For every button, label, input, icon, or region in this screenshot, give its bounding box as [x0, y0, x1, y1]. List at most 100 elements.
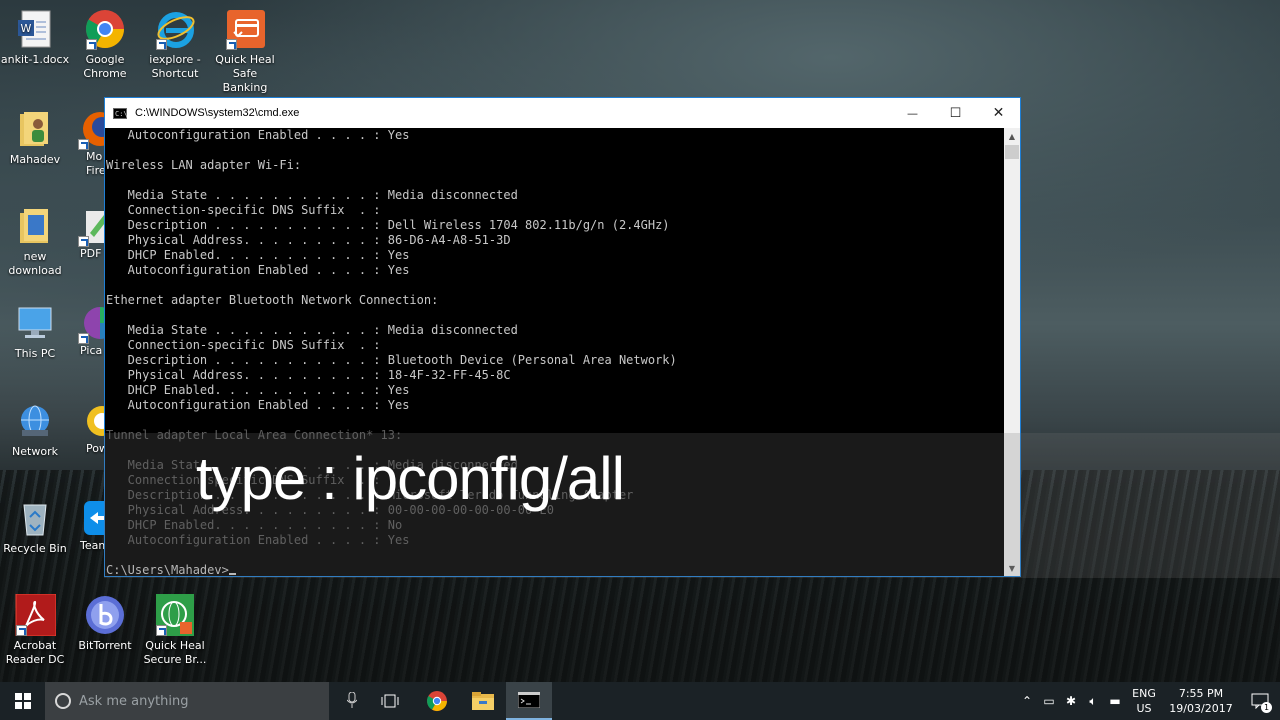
clock-date: 19/03/2017	[1169, 702, 1233, 715]
shortcut-arrow-icon	[78, 333, 89, 344]
desktop-icon-label: Quick Heal Safe Banking	[215, 53, 275, 94]
notification-count-badge: 1	[1261, 702, 1272, 713]
shortcut-arrow-icon	[156, 39, 167, 50]
desktop-icon-acrobat-reader[interactable]: Acrobat Reader DC	[0, 594, 70, 667]
recycle-bin-icon	[14, 497, 56, 539]
shortcut-arrow-icon	[226, 39, 237, 50]
start-button[interactable]	[0, 682, 45, 720]
desktop-icon-recycle-bin[interactable]: Recycle Bin	[0, 497, 70, 556]
task-view-icon	[381, 694, 399, 708]
input-language[interactable]: ENG US	[1126, 686, 1162, 716]
volume-icon[interactable]: 🔈︎	[1082, 694, 1104, 709]
language-code: ENG	[1132, 687, 1156, 700]
cmd-icon	[518, 692, 540, 708]
internet-explorer-icon	[154, 8, 196, 50]
scroll-up-icon[interactable]: ▲	[1004, 128, 1020, 144]
battery-meter-icon[interactable]: ▭	[1038, 694, 1060, 708]
console-line: Autoconfiguration Enabled . . . . : Yes	[106, 263, 410, 277]
word-document-icon: W	[14, 8, 56, 50]
taskbar-file-explorer[interactable]	[460, 682, 506, 720]
folder-icon	[472, 692, 494, 710]
shortcut-arrow-icon	[78, 139, 89, 150]
console-line: Connection-specific DNS Suffix . :	[106, 203, 381, 217]
show-hidden-icons-chevron-up-icon[interactable]: ⌃	[1016, 694, 1038, 708]
minimize-button[interactable]: —	[891, 98, 934, 128]
desktop-icon-ankit-docx[interactable]: W ankit-1.docx	[0, 8, 70, 67]
desktop-icon-mahadev[interactable]: Mahadev	[0, 108, 70, 167]
desktop-icon-label: Google Chrome	[83, 53, 127, 80]
desktop-icon-network[interactable]: Network	[0, 400, 70, 459]
shortcut-arrow-icon	[16, 625, 27, 636]
minimize-icon: —	[907, 106, 918, 120]
taskbar-chrome[interactable]	[414, 682, 460, 720]
close-button[interactable]: ✕	[977, 98, 1020, 128]
network-globe-icon	[14, 400, 56, 442]
bittorrent-icon	[84, 594, 126, 636]
console-line: DHCP Enabled. . . . . . . . . . . : Yes	[106, 248, 410, 262]
console-line: Description . . . . . . . . . . . : Blue…	[106, 353, 677, 367]
taskbar-cmd[interactable]	[506, 682, 552, 720]
desktop-icon-label: BitTorrent	[78, 639, 132, 652]
wifi-icon[interactable]: ✱	[1060, 694, 1082, 708]
quickheal-secure-browser-icon	[154, 594, 196, 636]
cmd-titlebar[interactable]: C:\ C:\WINDOWS\system32\cmd.exe — ☐ ✕	[105, 98, 1020, 128]
console-line: Physical Address. . . . . . . . . : 86-D…	[106, 233, 511, 247]
windows-logo-icon	[14, 693, 31, 709]
desktop-icon-google-chrome[interactable]: Google Chrome	[70, 8, 140, 81]
console-line: Media State . . . . . . . . . . . : Medi…	[106, 323, 518, 337]
shortcut-arrow-icon	[78, 236, 89, 247]
desktop-icon-label: Acrobat Reader DC	[5, 639, 65, 666]
desktop-icon-label: iexplore - Shortcut	[149, 53, 201, 80]
scroll-thumb[interactable]	[1005, 145, 1019, 159]
tutorial-caption: type : ipconfig/all	[196, 445, 625, 512]
console-line: Autoconfiguration Enabled . . . . : Yes	[106, 398, 410, 412]
close-icon: ✕	[992, 105, 1005, 121]
console-line: Connection-specific DNS Suffix . :	[106, 338, 381, 352]
desktop-icon-bittorrent[interactable]: BitTorrent	[70, 594, 140, 653]
region-code: US	[1136, 702, 1152, 715]
system-tray: ⌃ ▭ ✱ 🔈︎ ▬ ENG US 7:55 PM 19/03/2017 1	[1016, 682, 1280, 720]
desktop-icon-label: This PC	[14, 347, 56, 360]
desktop-icon-label: ankit-1.docx	[0, 53, 70, 66]
chrome-icon	[84, 8, 126, 50]
console-line: Autoconfiguration Enabled . . . . : Yes	[106, 128, 410, 142]
console-line: Wireless LAN adapter Wi-Fi:	[106, 158, 302, 172]
desktop-icon-this-pc[interactable]: This PC	[0, 302, 70, 361]
search-placeholder: Ask me anything	[79, 693, 189, 709]
desktop-icon-iexplore[interactable]: iexplore - Shortcut	[140, 8, 210, 81]
microphone-icon[interactable]	[347, 692, 357, 708]
desktop-icon-label: Quick Heal Secure Br...	[143, 639, 207, 666]
clock[interactable]: 7:55 PM 19/03/2017	[1162, 686, 1240, 716]
desktop-icon-label: new download	[8, 250, 62, 277]
cortana-search-box[interactable]: Ask me anything	[45, 682, 357, 720]
svg-text:W: W	[21, 22, 32, 35]
battery-icon[interactable]: ▬	[1104, 694, 1126, 708]
desktop-icon-label: Recycle Bin	[3, 542, 67, 555]
computer-icon	[14, 302, 56, 344]
desktop-icon-quickheal-safebanking[interactable]: Quick Heal Safe Banking	[210, 8, 280, 95]
user-folder-icon	[14, 108, 56, 150]
action-center-button[interactable]: 1	[1240, 682, 1280, 720]
cortana-icon	[55, 693, 71, 709]
taskbar: Ask me anything ⌃ ▭ ✱ 🔈︎ ▬ ENG US 7:55 P…	[0, 682, 1280, 720]
console-line: Media State . . . . . . . . . . . : Medi…	[106, 188, 518, 202]
chrome-icon	[427, 691, 447, 711]
cmd-window-icon: C:\	[113, 107, 128, 119]
console-line: Physical Address. . . . . . . . . : 18-4…	[106, 368, 511, 382]
console-line: Description . . . . . . . . . . . : Dell…	[106, 218, 670, 232]
clock-time: 7:55 PM	[1178, 687, 1224, 700]
desktop-icon-label: Network	[12, 445, 58, 458]
desktop-icon-new-download[interactable]: new download	[0, 205, 70, 278]
desktop-icon-quickheal-secure-browser[interactable]: Quick Heal Secure Br...	[140, 594, 210, 667]
task-view-button[interactable]	[367, 682, 413, 720]
console-line: DHCP Enabled. . . . . . . . . . . : Yes	[106, 383, 410, 397]
maximize-button[interactable]: ☐	[934, 98, 977, 128]
folder-icon	[14, 205, 56, 247]
quickheal-safe-banking-icon	[224, 8, 266, 50]
console-line: Ethernet adapter Bluetooth Network Conne…	[106, 293, 439, 307]
